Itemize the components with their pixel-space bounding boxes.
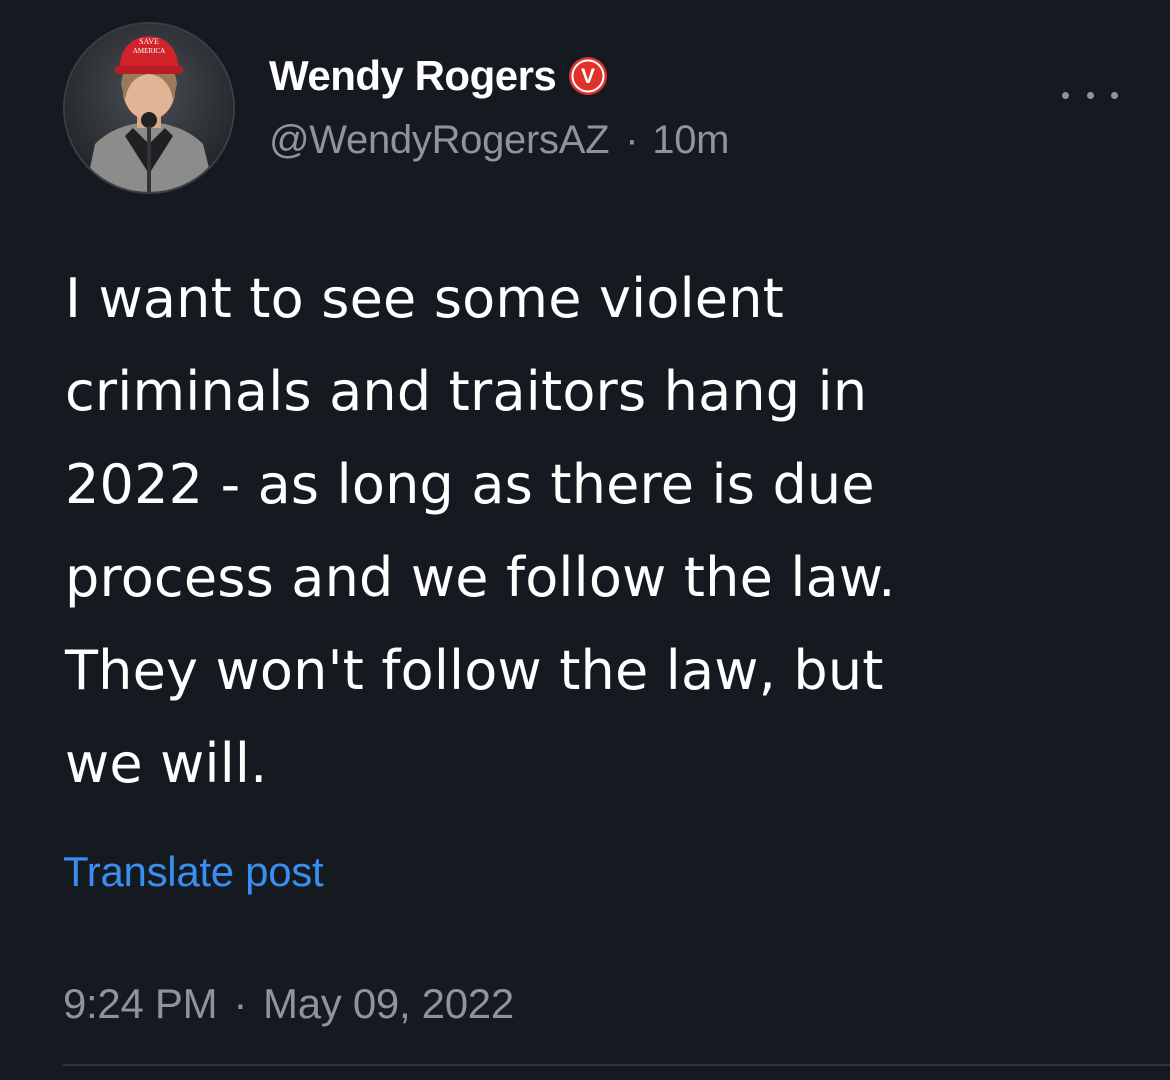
verified-badge-letter: V <box>581 65 595 88</box>
author-handle[interactable]: @WendyRogersAZ <box>269 118 610 162</box>
translate-post-link[interactable]: Translate post <box>63 848 324 896</box>
author-handle-row: @WendyRogersAZ · 10m <box>269 118 729 163</box>
hat-text-line2: AMERICA <box>132 47 166 55</box>
relative-time: 10m <box>652 118 730 162</box>
tweet-text-line: They won't follow the law, but <box>65 639 884 702</box>
tweet-text-line: we will. <box>65 732 268 795</box>
tweet-text-line: 2022 - as long as there is due <box>65 453 875 516</box>
more-options-button[interactable] <box>1062 82 1118 108</box>
more-dot-icon <box>1062 91 1069 99</box>
timestamp-row: 9:24 PM · May 09, 2022 <box>63 980 514 1028</box>
more-dot-icon <box>1086 91 1094 99</box>
handle-separator: · <box>625 118 639 162</box>
tweet-text-line: I want to see some violent <box>65 267 785 330</box>
tweet-text-line: criminals and traitors hang in <box>65 360 868 423</box>
verified-badge-icon: V <box>568 56 608 96</box>
hat-text-line1: SAVE <box>139 37 159 46</box>
tweet-detail: SAVE AMERICA Wendy Rogers V @WendyRogers… <box>0 0 1170 1080</box>
author-name-row: Wendy Rogers V <box>269 52 608 100</box>
timestamp-separator: · <box>233 980 248 1027</box>
tweet-text: I want to see some violent criminals and… <box>65 252 1065 810</box>
avatar[interactable]: SAVE AMERICA <box>63 22 235 194</box>
more-dot-icon <box>1111 91 1118 99</box>
post-time[interactable]: 9:24 PM <box>63 980 218 1027</box>
post-date[interactable]: May 09, 2022 <box>263 980 514 1027</box>
author-display-name[interactable]: Wendy Rogers <box>269 52 557 100</box>
divider <box>63 1064 1170 1066</box>
tweet-text-line: process and we follow the law. <box>65 546 896 609</box>
